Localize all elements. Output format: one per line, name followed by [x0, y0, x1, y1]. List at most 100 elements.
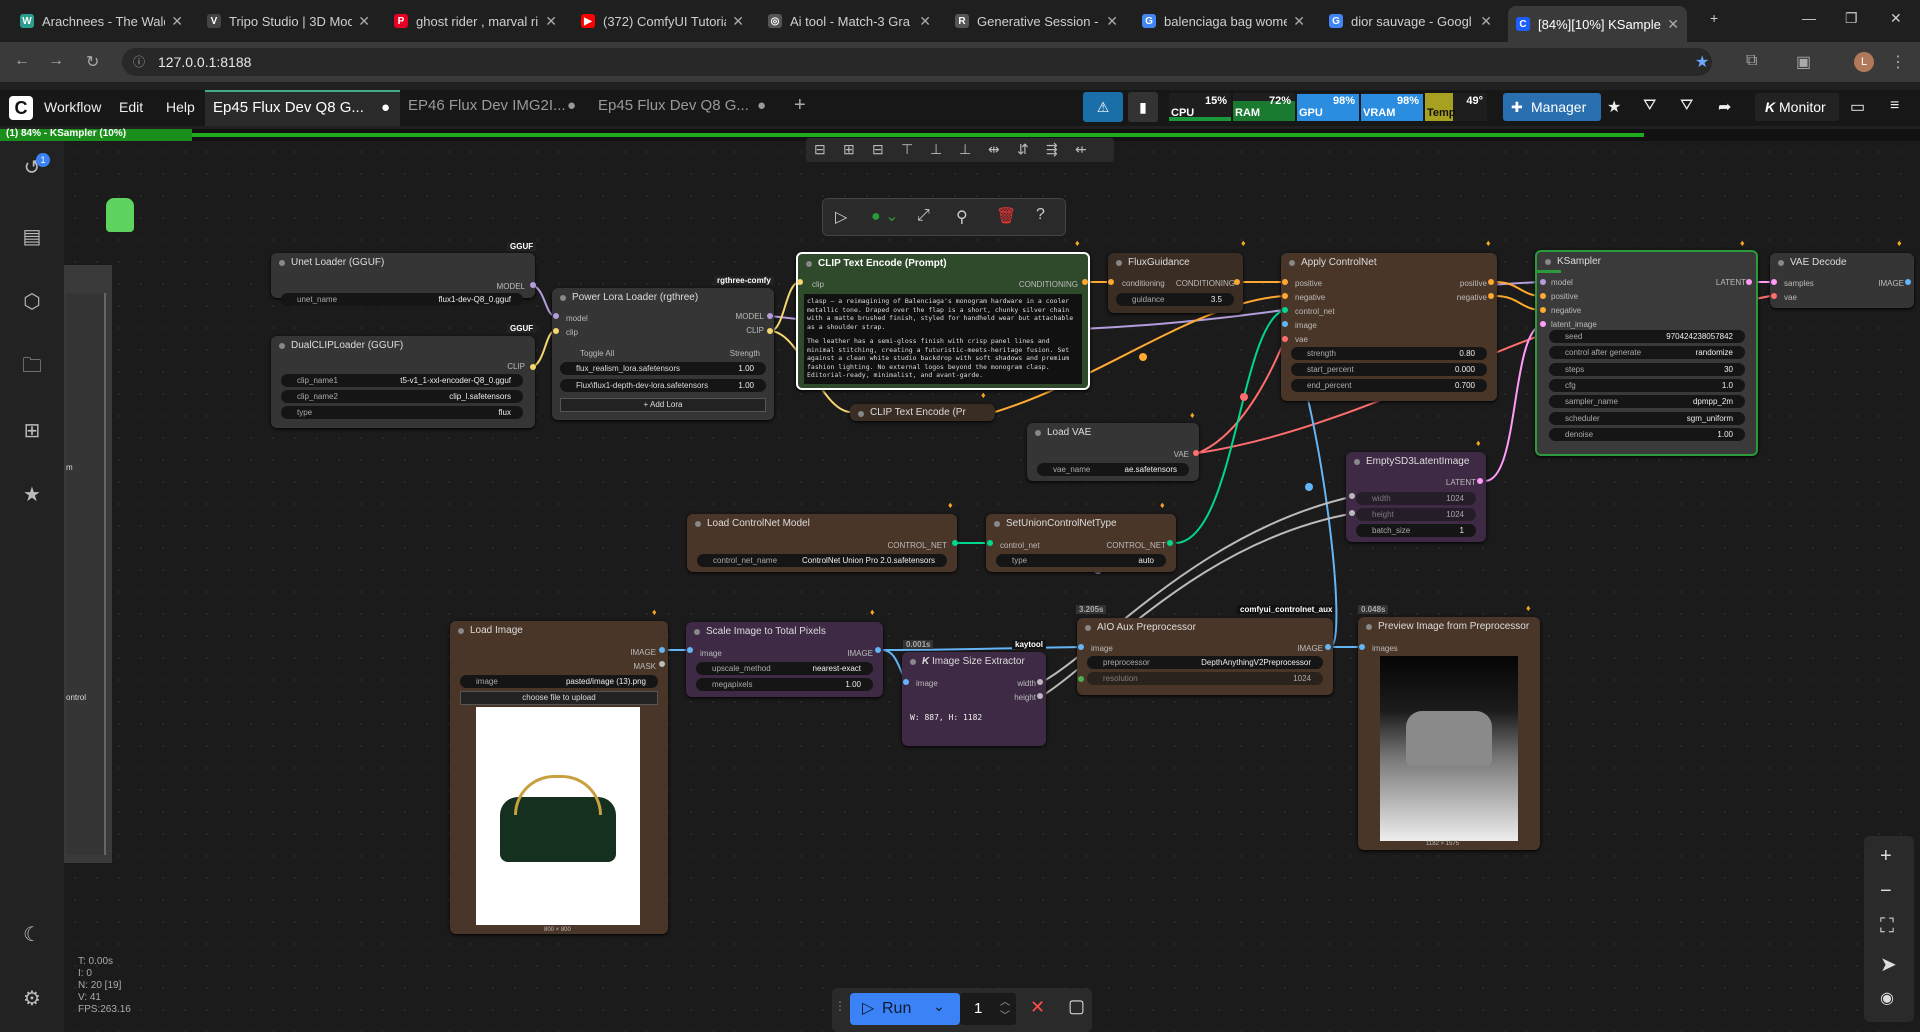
help-icon[interactable]: ?	[1036, 206, 1045, 224]
ksampler-widget[interactable]: seed 970424238057842	[1549, 330, 1745, 343]
node-port[interactable]	[1078, 644, 1084, 650]
profile-avatar[interactable]: L	[1854, 52, 1874, 72]
workflow-tab-2[interactable]: EP46 Flux Dev IMG2I... ●	[400, 90, 586, 126]
run-mode-chevron-icon[interactable]: ⌄	[933, 998, 945, 1015]
align-tool-icon[interactable]: ⇹	[988, 141, 1000, 158]
align-tool-icon[interactable]: ⇶	[1046, 141, 1058, 158]
node-port[interactable]	[1477, 478, 1483, 484]
pin-icon[interactable]: ⚲	[956, 207, 968, 227]
reading-mode-icon[interactable]: ▣	[1796, 52, 1811, 72]
align-tool-icon[interactable]: ⊥	[930, 141, 942, 158]
align-tool-icon[interactable]: ⊟	[814, 141, 826, 158]
node-ksampler[interactable]: KSampler model positive negative latent_…	[1535, 250, 1758, 456]
folder-icon[interactable]: 🗀	[20, 354, 44, 378]
node-port[interactable]	[1349, 493, 1355, 499]
favorites-star-icon[interactable]: ★	[20, 483, 44, 507]
tab-close-icon[interactable]: ✕	[1106, 13, 1118, 30]
reload-icon[interactable]: ↻	[86, 52, 99, 72]
extensions-icon[interactable]: ⧉	[1746, 52, 1757, 70]
theme-moon-icon[interactable]: ☾	[20, 923, 44, 947]
node-port[interactable]	[1282, 279, 1288, 285]
tab-close-icon[interactable]: ✕	[545, 13, 557, 30]
align-tool-icon[interactable]: ⊟	[872, 141, 884, 158]
execute-play-icon[interactable]: ▷	[835, 207, 847, 227]
clip-name1-widget[interactable]: clip_name1 t5-v1_1-xxl-encoder-Q8_0.gguf	[281, 374, 523, 387]
batch-size-widget[interactable]: batch_size 1	[1356, 524, 1476, 537]
settings-gear-icon[interactable]: ⚙	[20, 987, 44, 1011]
node-port[interactable]	[875, 647, 881, 653]
ksampler-widget[interactable]: sampler_name dpmpp_2m	[1549, 395, 1745, 409]
node-clip-text-encode[interactable]: CLIP Text Encode (Prompt) clip CONDITION…	[796, 252, 1090, 390]
monitor-button[interactable]: K Monitor	[1755, 93, 1839, 121]
share-icon-1[interactable]: ⛛	[1643, 97, 1656, 115]
guidance-widget[interactable]: guidance 3.5	[1116, 293, 1234, 306]
node-dualclip-loader[interactable]: DualCLIPLoader (GGUF) CLIP clip_name1 t5-…	[271, 336, 535, 428]
batch-count-field[interactable]: 1 ︿ ﹀	[960, 993, 1016, 1025]
tab-close-icon[interactable]: ✕	[732, 13, 744, 30]
workflow-tab-1[interactable]: Ep45 Flux Dev Q8 G... ●	[205, 90, 400, 126]
prompt-textarea[interactable]: clasp — a reimagining of Balenciaga's mo…	[804, 294, 1082, 384]
node-port[interactable]	[1234, 279, 1240, 285]
lora-row-1[interactable]: flux_realism_lora.safetensors 1.00	[560, 362, 766, 375]
minimize-icon[interactable]: —	[1802, 10, 1816, 26]
node-aio-aux-preprocessor[interactable]: AIO Aux Preprocessor image IMAGE preproc…	[1077, 618, 1333, 695]
star-icon[interactable]: ★	[1607, 97, 1621, 117]
node-image-size-extractor[interactable]: K Image Size Extractor image width heigh…	[902, 652, 1046, 746]
node-port[interactable]	[767, 313, 773, 319]
browser-tab[interactable]: Gdior sauvage - Googl ✕	[1321, 8, 1500, 34]
zoom-in-icon[interactable]: +	[1880, 845, 1892, 868]
share-icon-2[interactable]: ⛛	[1680, 97, 1693, 115]
unet-name-widget[interactable]: unet_name flux1-dev-Q8_0.gguf	[281, 293, 523, 306]
ksampler-widget[interactable]: scheduler sgm_uniform	[1549, 411, 1745, 425]
new-tab-icon[interactable]: +	[1710, 10, 1718, 26]
delete-trash-icon[interactable]: 🗑	[996, 206, 1016, 226]
node-port[interactable]	[797, 279, 803, 285]
align-tool-icon[interactable]: ⊥	[959, 141, 971, 158]
color-picker-icon[interactable]: ● ⌄	[871, 206, 899, 226]
node-port[interactable]	[903, 679, 909, 685]
browser-tab[interactable]: W Arachnees - The Wald ✕	[12, 8, 191, 34]
clear-queue-icon[interactable]: ▢	[1068, 996, 1085, 1017]
menu-edit[interactable]: Edit	[119, 99, 143, 115]
document-icon[interactable]: ▤	[20, 225, 44, 249]
zoom-out-icon[interactable]: −	[1880, 880, 1892, 903]
forward-icon[interactable]: →	[48, 52, 64, 70]
end-percent-widget[interactable]: end_percent 0.700	[1291, 379, 1487, 392]
width-widget[interactable]: width 1024	[1356, 492, 1476, 505]
restore-icon[interactable]: ❐	[1845, 10, 1858, 27]
node-port[interactable]	[1193, 450, 1199, 456]
node-preview-image[interactable]: Preview Image from Preprocessor images 1…	[1358, 617, 1540, 850]
node-port[interactable]	[767, 328, 773, 334]
tab-close-icon[interactable]: ✕	[1480, 13, 1492, 30]
toggle-links-eye-icon[interactable]: ◉	[1880, 988, 1894, 1008]
node-load-controlnet[interactable]: Load ControlNet Model CONTROL_NET contro…	[687, 514, 957, 572]
bookmark-icon[interactable]: ▮	[1128, 92, 1158, 122]
ksampler-widget[interactable]: denoise 1.00	[1549, 427, 1745, 441]
resolution-widget[interactable]: resolution 1024	[1087, 672, 1323, 685]
add-lora-button[interactable]: + Add Lora	[560, 398, 766, 412]
browser-menu-icon[interactable]: ⋮	[1890, 52, 1906, 72]
panel-toggle-icon[interactable]: ▭	[1850, 97, 1865, 117]
comfy-logo-icon[interactable]: C	[9, 96, 33, 120]
control-net-name-widget[interactable]: control_net_name ControlNet Union Pro 2.0…	[697, 554, 947, 567]
node-port[interactable]	[1540, 307, 1546, 313]
node-port[interactable]	[1078, 676, 1084, 682]
node-port[interactable]	[1037, 693, 1043, 699]
node-port[interactable]	[1488, 279, 1494, 285]
image-widget[interactable]: image pasted/image (13).png	[460, 675, 658, 688]
align-tool-icon[interactable]: ⊞	[843, 141, 855, 158]
workflow-tab-3[interactable]: Ep45 Flux Dev Q8 G... ●	[590, 90, 776, 126]
height-widget[interactable]: height 1024	[1356, 508, 1476, 521]
tab-close-icon[interactable]: ✕	[1667, 16, 1679, 33]
align-tool-icon[interactable]: ⇷	[1075, 141, 1087, 158]
node-port[interactable]	[530, 282, 536, 288]
node-unet-loader[interactable]: Unet Loader (GGUF) MODEL unet_name flux1-…	[271, 253, 535, 306]
back-icon[interactable]: ←	[14, 52, 30, 70]
node-port[interactable]	[952, 540, 958, 546]
node-port[interactable]	[659, 661, 665, 667]
node-port[interactable]	[1108, 279, 1114, 285]
tab-close-icon[interactable]: ✕	[358, 13, 370, 30]
ksampler-widget[interactable]: control after generate randomize	[1549, 346, 1745, 360]
type-widget[interactable]: type flux	[281, 406, 523, 419]
pointer-mode-icon[interactable]: ➤	[1880, 952, 1897, 977]
